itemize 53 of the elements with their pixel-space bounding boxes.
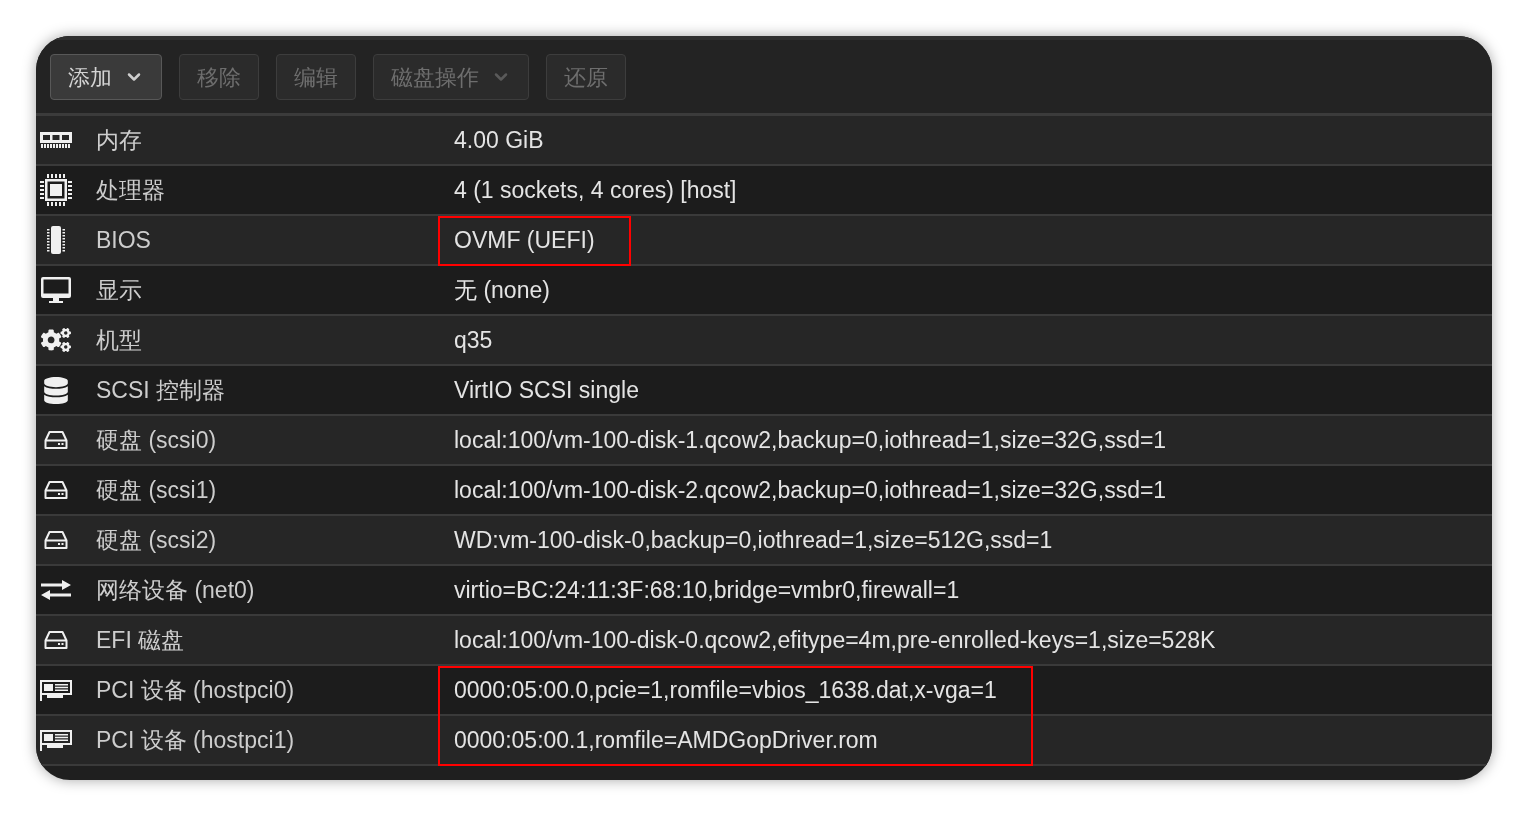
- hard-drive-icon: [44, 630, 68, 650]
- hardware-row[interactable]: 硬盘 (scsi0) local:100/vm-100-disk-1.qcow2,backup=0,iothread=1,size=32G,ssd=1: [36, 416, 1492, 466]
- hardware-row[interactable]: PCI 设备 (hostpci0) 0000:05:00.0,pcie=1,romfile=vbios_1638.dat,x-vga=1: [36, 666, 1492, 716]
- hard-drive-icon: [44, 430, 68, 450]
- hardware-name: 硬盘 (scsi0): [96, 425, 217, 455]
- monitor-icon: [41, 277, 71, 303]
- hardware-row[interactable]: 显示 无 (none): [36, 266, 1492, 316]
- hardware-name: 显示: [96, 275, 142, 305]
- hardware-value: local:100/vm-100-disk-0.qcow2,efitype=4m,pre-enrolled-keys=1,size=528K: [454, 626, 1216, 653]
- database-icon: [44, 376, 68, 404]
- hardware-name: EFI 磁盘: [96, 625, 185, 655]
- hardware-row[interactable]: PCI 设备 (hostpci1) 0000:05:00.1,romfile=AMDGopDriver.rom: [36, 716, 1492, 766]
- hardware-value: 4 (1 sockets, 4 cores) [host]: [454, 176, 737, 203]
- hardware-value: 无 (none): [454, 276, 550, 303]
- arrows-icon: [41, 580, 71, 600]
- hardware-value: virtio=BC:24:11:3F:68:10,bridge=vmbr0,firewall=1: [454, 576, 960, 603]
- hardware-value: WD:vm-100-disk-0,backup=0,iothread=1,size=512G,ssd=1: [454, 526, 1053, 553]
- hardware-name: PCI 设备 (hostpci0): [96, 675, 295, 705]
- hardware-value: 4.00 GiB: [454, 126, 544, 153]
- hardware-row[interactable]: SCSI 控制器 VirtIO SCSI single: [36, 366, 1492, 416]
- hardware-value: q35: [454, 326, 493, 353]
- hardware-value: VirtIO SCSI single: [454, 376, 639, 403]
- hardware-name: 处理器: [96, 175, 165, 205]
- gears-icon: [41, 328, 71, 352]
- hardware-name: 内存: [96, 125, 142, 155]
- hardware-row[interactable]: 处理器 4 (1 sockets, 4 cores) [host]: [36, 166, 1492, 216]
- hardware-name: SCSI 控制器: [96, 375, 226, 405]
- memory-icon: [40, 132, 72, 148]
- card-icon: [40, 729, 72, 751]
- hardware-name: 机型: [96, 325, 142, 355]
- hardware-value: local:100/vm-100-disk-1.qcow2,backup=0,iothread=1,size=32G,ssd=1: [454, 426, 1167, 453]
- hard-drive-icon: [44, 530, 68, 550]
- hardware-row[interactable]: BIOS OVMF (UEFI): [36, 216, 1492, 266]
- microchip-icon: [46, 226, 66, 254]
- hardware-row[interactable]: 网络设备 (net0) virtio=BC:24:11:3F:68:10,bridge=vmbr0,firewall=1: [36, 566, 1492, 616]
- toolbar-button[interactable]: 添加: [50, 54, 162, 100]
- hardware-name: 网络设备 (net0): [96, 575, 255, 605]
- hard-drive-icon: [44, 480, 68, 500]
- chip-icon: [40, 174, 72, 206]
- hardware-row[interactable]: 硬盘 (scsi1) local:100/vm-100-disk-2.qcow2,backup=0,iothread=1,size=32G,ssd=1: [36, 466, 1492, 516]
- hardware-value: OVMF (UEFI): [454, 226, 595, 253]
- hardware-value: 0000:05:00.1,romfile=AMDGopDriver.rom: [454, 726, 878, 753]
- hardware-row[interactable]: EFI 磁盘 local:100/vm-100-disk-0.qcow2,efitype=4m,pre-enrolled-keys=1,size=528K: [36, 616, 1492, 666]
- hardware-name: BIOS: [96, 225, 151, 255]
- hardware-row[interactable]: 机型 q35: [36, 316, 1492, 366]
- hardware-name: 硬盘 (scsi2): [96, 525, 217, 555]
- hardware-value: 0000:05:00.0,pcie=1,romfile=vbios_1638.dat,x-vga=1: [454, 676, 997, 703]
- card-icon: [40, 679, 72, 701]
- hardware-name: PCI 设备 (hostpci1): [96, 725, 295, 755]
- hardware-row[interactable]: 内存 4.00 GiB: [36, 116, 1492, 166]
- hardware-name: 硬盘 (scsi1): [96, 475, 217, 505]
- hardware-row[interactable]: 硬盘 (scsi2) WD:vm-100-disk-0,backup=0,iothread=1,size=512G,ssd=1: [36, 516, 1492, 566]
- hardware-value: local:100/vm-100-disk-2.qcow2,backup=0,iothread=1,size=32G,ssd=1: [454, 476, 1167, 503]
